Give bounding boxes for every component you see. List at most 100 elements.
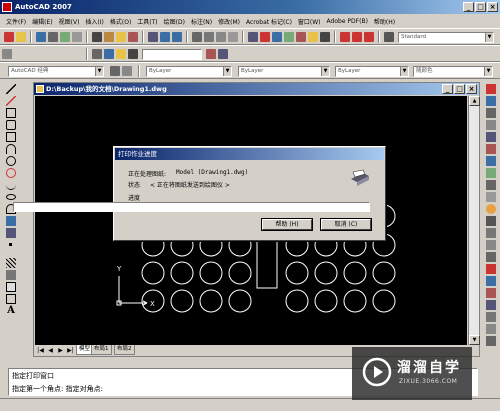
match-properties-icon[interactable]	[128, 32, 138, 42]
zoom-realtime-icon[interactable]	[204, 32, 214, 42]
last-tab-icon[interactable]: ▶|	[66, 346, 75, 355]
fillet-icon[interactable]	[486, 252, 496, 262]
tab-layout1[interactable]: 布局1	[91, 345, 112, 355]
mirror-icon[interactable]	[486, 108, 496, 118]
design-center-icon[interactable]	[260, 32, 270, 42]
prev-tab-icon[interactable]: ◀	[46, 346, 55, 355]
lineweight-select[interactable]: ByLayer ▼	[335, 66, 409, 77]
snap-endpoint-icon[interactable]	[486, 288, 496, 298]
minimize-button[interactable]: _	[463, 2, 474, 12]
revision-cloud-icon[interactable]	[6, 168, 16, 178]
layer-on-icon[interactable]	[116, 49, 126, 59]
menu-item[interactable]: 编辑(E)	[29, 17, 55, 26]
insert-block-icon[interactable]	[6, 216, 16, 226]
undo-icon[interactable]	[160, 32, 170, 42]
menu-item[interactable]: 绘图(D)	[161, 17, 188, 26]
arc-icon[interactable]	[6, 144, 16, 154]
next-tab-icon[interactable]: ▶	[56, 346, 65, 355]
trim-icon[interactable]	[486, 192, 496, 202]
make-current-icon[interactable]	[206, 49, 216, 59]
cut-icon[interactable]	[92, 32, 102, 42]
spline-icon[interactable]	[6, 180, 16, 190]
rotate-icon[interactable]	[486, 156, 496, 166]
menu-item[interactable]: 帮助(H)	[371, 17, 398, 26]
pan-icon[interactable]	[192, 32, 202, 42]
calculator-icon[interactable]	[308, 32, 318, 42]
menu-item[interactable]: Acrobat 标记(C)	[243, 17, 295, 26]
erase-icon[interactable]	[486, 84, 496, 94]
join-icon[interactable]	[486, 228, 496, 238]
close-button[interactable]: ×	[487, 2, 498, 12]
scroll-down-icon[interactable]: ▼	[469, 335, 480, 345]
sheet-set-icon[interactable]	[284, 32, 294, 42]
copy-icon[interactable]	[104, 32, 114, 42]
new-icon[interactable]	[4, 32, 14, 42]
publish-icon[interactable]	[72, 32, 82, 42]
vertical-scrollbar[interactable]: ▲ ▼	[468, 96, 480, 345]
menu-item[interactable]: 窗口(W)	[295, 17, 324, 26]
paste-icon[interactable]	[116, 32, 126, 42]
break-icon[interactable]	[486, 216, 496, 226]
layer-lock-icon[interactable]	[104, 49, 114, 59]
rectangle-icon[interactable]	[6, 132, 16, 142]
menu-item[interactable]: 视图(V)	[56, 17, 83, 26]
zoom-window-icon[interactable]	[216, 32, 226, 42]
workspace-select[interactable]: AutoCAD 经典 ▼	[8, 66, 104, 77]
acrobat-email-icon[interactable]	[352, 32, 362, 42]
menu-item[interactable]: 格式(O)	[107, 17, 134, 26]
acrobat-review-icon[interactable]	[364, 32, 374, 42]
drawing-minimize-button[interactable]: _	[442, 84, 453, 94]
polygon-icon[interactable]	[6, 120, 16, 130]
layer-select[interactable]	[142, 49, 202, 60]
scroll-up-icon[interactable]: ▲	[469, 96, 480, 106]
array-icon[interactable]	[486, 132, 496, 142]
chamfer-icon[interactable]	[486, 240, 496, 250]
explode-icon[interactable]	[486, 264, 496, 274]
plot-style-select[interactable]: 随颜色 ▼	[413, 66, 493, 77]
gradient-icon[interactable]	[6, 270, 16, 280]
tab-layout2[interactable]: 布局2	[114, 345, 135, 355]
markup-icon[interactable]	[296, 32, 306, 42]
workspace-settings-icon[interactable]	[110, 66, 120, 76]
preview-icon[interactable]	[60, 32, 70, 42]
snap-node-icon[interactable]	[486, 324, 496, 334]
layer-color-icon[interactable]	[128, 49, 138, 59]
print-icon[interactable]	[48, 32, 58, 42]
extend-icon[interactable]	[486, 204, 496, 214]
ellipse-icon[interactable]	[6, 194, 16, 200]
circle-icon[interactable]	[6, 156, 16, 166]
construction-line-icon[interactable]	[6, 96, 16, 106]
text-style-select[interactable]: Standard ▼	[398, 32, 494, 43]
acrobat-pdf-icon[interactable]	[340, 32, 350, 42]
multiline-text-icon[interactable]: A	[6, 306, 16, 316]
copy-object-icon[interactable]	[486, 96, 496, 106]
menu-item[interactable]: 文件(F)	[3, 17, 29, 26]
color-select[interactable]: ByLayer ▼	[146, 66, 232, 77]
help-icon[interactable]	[320, 32, 330, 42]
scale-icon[interactable]	[486, 168, 496, 178]
drawing-restore-button[interactable]: □	[454, 84, 465, 94]
offset-icon[interactable]	[486, 120, 496, 130]
region-icon[interactable]	[6, 282, 16, 292]
block-editor-icon[interactable]	[148, 32, 158, 42]
layer-manager-icon[interactable]	[92, 49, 102, 59]
zoom-previous-icon[interactable]	[228, 32, 238, 42]
save-icon[interactable]	[36, 32, 46, 42]
drawing-close-button[interactable]: ×	[466, 84, 477, 94]
linetype-select[interactable]: ByLayer ▼	[238, 66, 330, 77]
polyline-icon[interactable]	[6, 108, 16, 118]
snap-midpoint-icon[interactable]	[486, 300, 496, 310]
properties-icon[interactable]	[248, 32, 258, 42]
snap-settings-icon[interactable]	[486, 336, 496, 346]
help-button[interactable]: 帮助 (H)	[261, 218, 313, 231]
snap-center-icon[interactable]	[486, 312, 496, 322]
cancel-button[interactable]: 取消 (C)	[320, 218, 372, 231]
hatch-icon[interactable]	[6, 258, 16, 268]
save-workspace-icon[interactable]	[122, 66, 132, 76]
object-snap-icon[interactable]	[486, 276, 496, 286]
stretch-icon[interactable]	[486, 180, 496, 190]
point-icon[interactable]	[9, 243, 12, 246]
menu-item[interactable]: 工具(T)	[134, 17, 160, 26]
tool-palettes-icon[interactable]	[272, 32, 282, 42]
move-icon[interactable]	[486, 144, 496, 154]
